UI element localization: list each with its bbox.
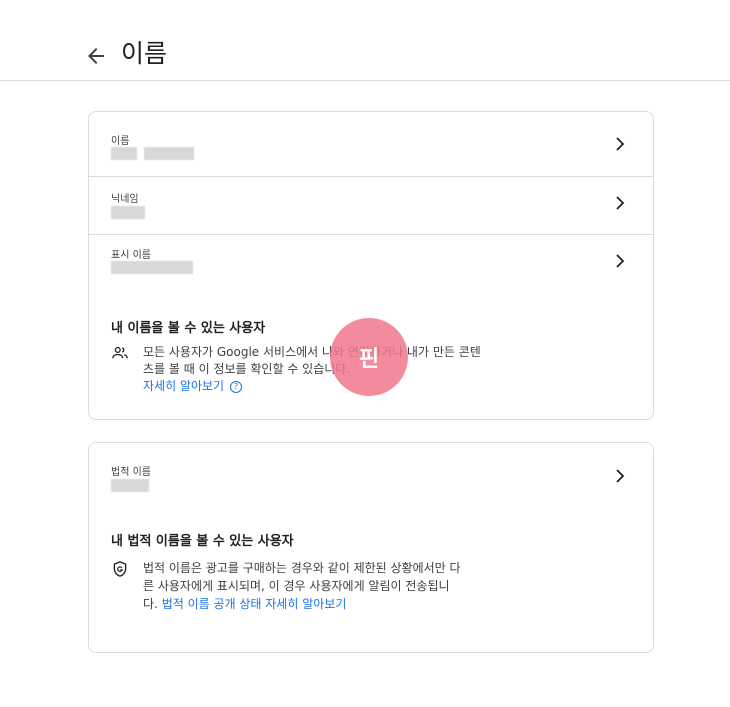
row-label: 법적 이름 xyxy=(111,467,151,478)
learn-more-link[interactable]: 자세히 알아보기 xyxy=(143,379,224,393)
watermark-badge: 핀 xyxy=(330,318,408,396)
visibility-title: 내 이름을 볼 수 있는 사용자 xyxy=(111,321,266,336)
legal-name-card: 법적 이름 내 법적 이름을 볼 수 있는 사용자 법적 이름은 광고를 구매하… xyxy=(88,442,654,653)
row-value-redacted xyxy=(111,206,151,221)
back-button[interactable] xyxy=(84,44,108,68)
chevron-right-icon xyxy=(616,469,625,483)
row-display-name[interactable]: 표시 이름 xyxy=(89,235,653,290)
row-value-redacted xyxy=(111,261,201,276)
row-label: 닉네임 xyxy=(111,194,139,205)
page-header: 이름 xyxy=(0,0,730,81)
shield-g-icon xyxy=(113,561,127,577)
legal-name-learn-more-link[interactable]: 법적 이름 공개 상태 자세히 알아보기 xyxy=(162,597,347,611)
arrow-left-icon xyxy=(88,48,104,64)
row-name[interactable]: 이름 xyxy=(89,112,653,176)
page-title: 이름 xyxy=(121,39,168,68)
chevron-right-icon xyxy=(616,137,625,151)
row-label: 표시 이름 xyxy=(111,250,151,261)
visibility-description: 모든 사용자가 Google 서비스에서 나와 연락하거나 내가 만든 콘텐츠를… xyxy=(143,344,483,395)
chevron-right-icon xyxy=(616,196,625,210)
visibility-text: 모든 사용자가 Google 서비스에서 나와 연락하거나 내가 만든 콘텐츠를… xyxy=(143,345,481,376)
row-value-redacted xyxy=(111,479,151,494)
chevron-right-icon xyxy=(616,254,625,268)
row-value-redacted xyxy=(111,147,201,162)
visibility-title: 내 법적 이름을 볼 수 있는 사용자 xyxy=(111,534,294,549)
people-icon xyxy=(112,346,128,359)
row-label: 이름 xyxy=(111,136,130,147)
row-legal-name[interactable]: 법적 이름 xyxy=(89,443,653,511)
row-nickname[interactable]: 닉네임 xyxy=(89,177,653,234)
help-icon[interactable]: ? xyxy=(229,380,242,393)
visibility-description: 법적 이름은 광고를 구매하는 경우와 같이 제한된 상황에서만 다른 사용자에… xyxy=(143,559,463,613)
